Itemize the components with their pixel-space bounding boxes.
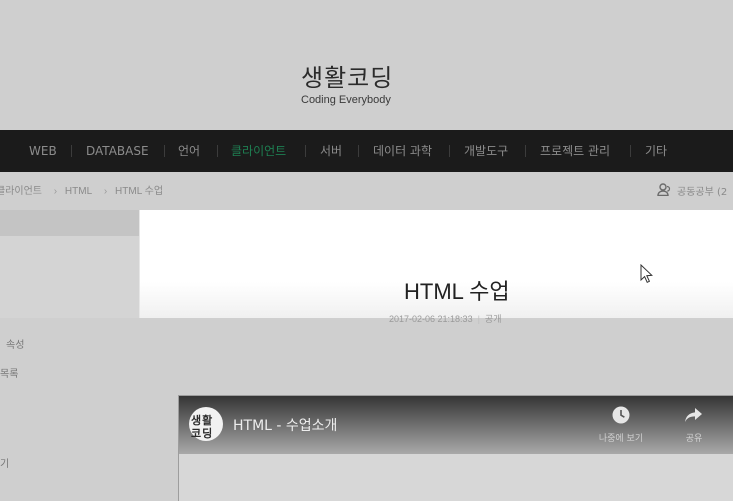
nav-separator [358, 145, 359, 157]
share-label: 공유 [685, 434, 703, 444]
top-navigation: WEB DATABASE 언어 클라이언트 서버 데이터 과학 개발도구 프로젝… [0, 130, 733, 172]
breadcrumb: 클라이언트 › HTML › HTML 수업 [0, 182, 167, 197]
content-divider [139, 210, 140, 318]
channel-logo[interactable]: 생활 코딩 [189, 407, 223, 441]
nav-separator [164, 145, 165, 157]
site-logo-subtitle: Coding Everybody [301, 94, 391, 106]
site-logo-title[interactable]: 생활코딩 [301, 58, 393, 93]
sidebar-link-attributes[interactable]: 속성 [6, 336, 24, 351]
clock-icon [612, 406, 630, 424]
nav-item-language[interactable]: 언어 [178, 130, 200, 172]
channel-logo-line2: 코딩 [191, 427, 214, 440]
nav-item-database[interactable]: DATABASE [86, 130, 149, 172]
user-group-label[interactable]: 공동공부 (2 [677, 183, 727, 198]
post-visibility: 공개 [484, 314, 502, 324]
sidebar-panel-header [0, 210, 139, 236]
sidebar-link-list[interactable]: 목록 [0, 365, 18, 380]
nav-item-client[interactable]: 클라이언트 [231, 130, 286, 172]
nav-item-project-management[interactable]: 프로젝트 관리 [540, 130, 610, 172]
breadcrumb-item-client[interactable]: 클라이언트 [0, 186, 42, 197]
watch-later-button[interactable]: 나중에 보기 [591, 406, 651, 444]
meta-separator: | [477, 314, 480, 324]
post-date: 2017-02-06 21:18:33 [389, 314, 473, 324]
nav-item-etc[interactable]: 기타 [645, 130, 667, 172]
nav-separator [71, 145, 72, 157]
breadcrumb-item-current[interactable]: HTML 수업 [115, 186, 163, 197]
nav-item-web[interactable]: WEB [29, 130, 57, 172]
nav-separator [449, 145, 450, 157]
nav-item-data-science[interactable]: 데이터 과학 [373, 130, 432, 172]
mouse-cursor-icon [640, 264, 653, 283]
share-icon [685, 408, 702, 422]
share-button[interactable]: 공유 [664, 406, 724, 444]
video-title[interactable]: HTML - 수업소개 [233, 415, 337, 435]
sidebar-link-other[interactable]: 기 [0, 455, 9, 470]
video-title-bar: 생활 코딩 HTML - 수업소개 나중에 보기 공유 [179, 396, 733, 454]
nav-separator [305, 145, 306, 157]
breadcrumb-item-html[interactable]: HTML [65, 186, 92, 197]
chevron-right-icon: › [103, 186, 108, 197]
nav-item-server[interactable]: 서버 [320, 130, 342, 172]
nav-item-dev-tools[interactable]: 개발도구 [464, 130, 508, 172]
nav-separator [525, 145, 526, 157]
nav-separator [217, 145, 218, 157]
nav-separator [630, 145, 631, 157]
post-title: HTML 수업 [404, 279, 510, 304]
post-meta: 2017-02-06 21:18:33 | 공개 [389, 312, 501, 325]
user-icon [657, 183, 671, 196]
video-embed[interactable]: 생활 코딩 HTML - 수업소개 나중에 보기 공유 [178, 395, 733, 501]
chevron-right-icon: › [53, 186, 58, 197]
sidebar-panel [0, 236, 139, 318]
watch-later-label: 나중에 보기 [598, 434, 644, 444]
